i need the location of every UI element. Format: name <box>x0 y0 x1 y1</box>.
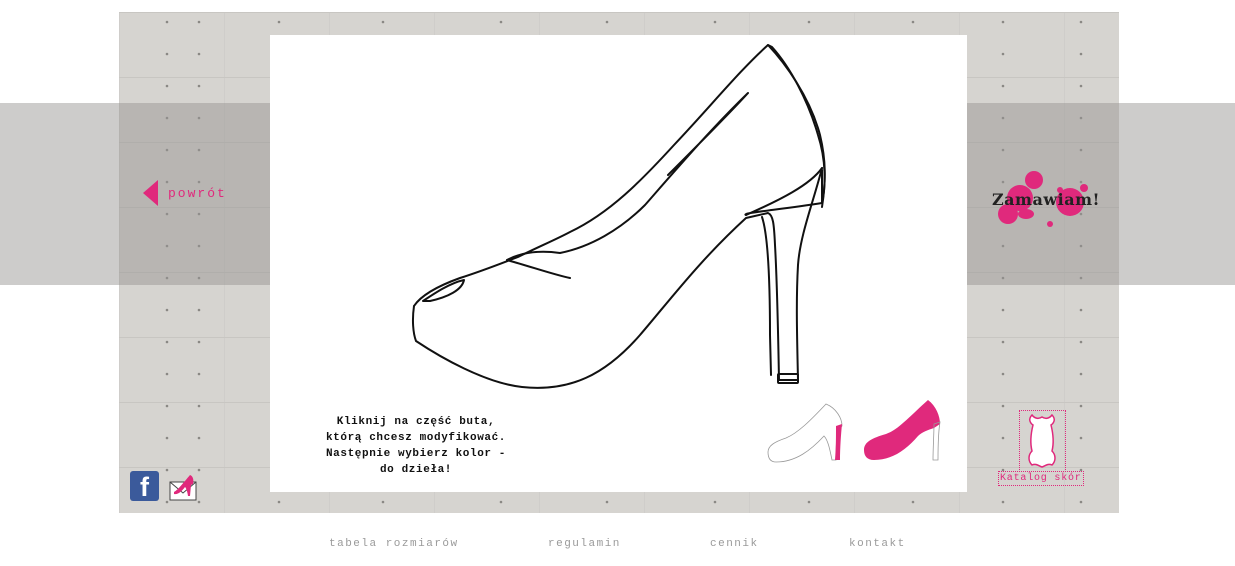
rivet-dot <box>381 20 385 24</box>
shoe-style-thumb-1[interactable] <box>766 400 846 466</box>
rivet-dot <box>165 20 169 24</box>
shoe-thumbnail-icon <box>767 403 843 463</box>
rivet-dot <box>807 20 811 24</box>
catalog-label: Katalog skór <box>998 471 1084 486</box>
shoe-style-thumb-2[interactable] <box>862 398 944 464</box>
rivet-dot <box>1001 500 1005 504</box>
rivet-dot <box>499 500 503 504</box>
rivet-dot <box>165 468 169 472</box>
rivet-dot <box>1079 500 1083 504</box>
rivet-dot <box>165 340 169 344</box>
rivet-dot <box>1079 404 1083 408</box>
rivet-dot <box>197 468 201 472</box>
shoe-heel-tip <box>777 373 799 384</box>
rivet-dot <box>1001 340 1005 344</box>
rivet-dot <box>713 20 717 24</box>
rivet-dot <box>911 500 915 504</box>
leather-hide-frame <box>1019 410 1066 472</box>
back-link[interactable]: powrót <box>143 180 227 206</box>
rivet-dot <box>1001 20 1005 24</box>
shoe-thumbnail-icon <box>864 400 941 461</box>
footer-link-size-table[interactable]: tabela rozmiarów <box>329 538 459 550</box>
shoe-peep-toe <box>422 279 465 302</box>
rivet-dot <box>165 308 169 312</box>
shoe-vamp-line <box>506 92 749 261</box>
footer-nav: tabela rozmiarów regulamin cennik kontak… <box>0 538 1235 558</box>
rivet-dot <box>1079 308 1083 312</box>
instruction-line: do dzieła! <box>379 464 452 476</box>
footer-link-pricing[interactable]: cennik <box>710 538 759 550</box>
rivet-dot <box>911 20 915 24</box>
rivet-dot <box>605 20 609 24</box>
rivet-dot <box>1001 52 1005 56</box>
shoe-upper <box>413 44 826 307</box>
footer-link-contact[interactable]: kontakt <box>849 538 906 550</box>
footer-link-terms[interactable]: regulamin <box>548 538 621 550</box>
rivet-dot <box>1079 20 1083 24</box>
leather-hide-icon <box>1028 413 1056 468</box>
rivet-dot <box>1001 308 1005 312</box>
instruction-line: którą chcesz modyfikować. <box>325 432 507 444</box>
leather-catalog-link[interactable]: Katalog skór <box>997 408 1089 486</box>
rivet-dot <box>1079 372 1083 376</box>
facebook-button[interactable]: f <box>130 471 159 502</box>
rivet-dot <box>197 84 201 88</box>
rivet-dot <box>499 20 503 24</box>
rivet-dot <box>1079 340 1083 344</box>
rivet-dot <box>1001 84 1005 88</box>
rivet-dot <box>197 308 201 312</box>
rivet-dot <box>197 340 201 344</box>
rivet-dot <box>277 500 281 504</box>
rivet-dot <box>1001 404 1005 408</box>
left-arrow-icon <box>143 180 158 206</box>
rivet-dot <box>1079 52 1083 56</box>
instruction-line: Kliknij na część buta, <box>336 416 496 428</box>
rivet-dot <box>165 372 169 376</box>
shoe-sole <box>411 212 780 389</box>
rivet-dot <box>197 20 201 24</box>
back-label: powrót <box>168 185 227 201</box>
order-label: Zamawiam! <box>992 190 1101 209</box>
rivet-dot <box>1001 372 1005 376</box>
rivet-dot <box>165 84 169 88</box>
rivet-dot <box>197 52 201 56</box>
rivet-dot <box>381 500 385 504</box>
mail-button[interactable] <box>168 472 198 502</box>
mail-shoe-icon <box>169 475 197 501</box>
order-button[interactable]: Zamawiam! <box>990 168 1100 232</box>
shoe-throat <box>506 259 571 279</box>
rivet-dot <box>713 500 717 504</box>
rivet-dot <box>197 500 201 504</box>
rivet-dot <box>807 500 811 504</box>
rivet-dot <box>197 404 201 408</box>
rivet-dot <box>165 436 169 440</box>
facebook-icon: f <box>140 472 149 502</box>
instruction-line: Następnie wybierz kolor - <box>325 448 507 460</box>
rivet-dot <box>197 436 201 440</box>
rivet-dot <box>277 20 281 24</box>
rivet-dot <box>197 372 201 376</box>
rivet-dot <box>165 52 169 56</box>
instructions: Kliknij na część buta, którą chcesz mody… <box>306 414 526 478</box>
shoe-heel <box>778 167 823 381</box>
rivet-dot <box>165 404 169 408</box>
rivet-dot <box>1079 84 1083 88</box>
shoe-heel-inner <box>761 216 772 376</box>
rivet-dot <box>605 500 609 504</box>
